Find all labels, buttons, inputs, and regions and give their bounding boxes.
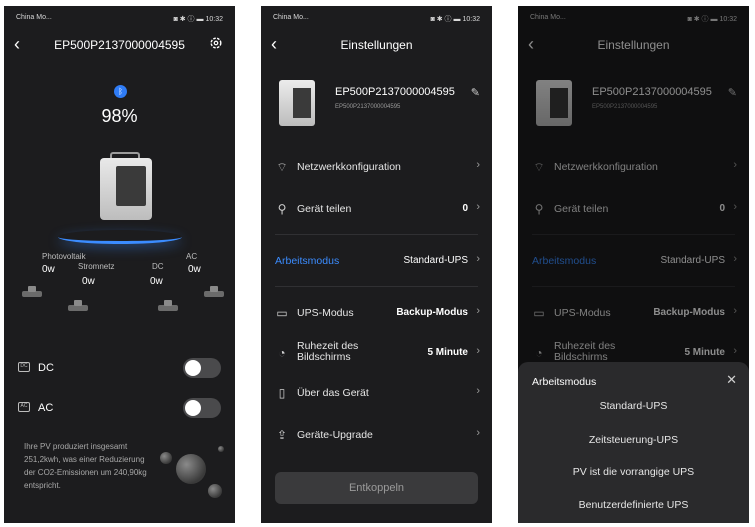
- dc-toggle-label: DC: [38, 362, 54, 374]
- system-status: ◙ ✱ ⓘ ▬ 10:32: [431, 14, 480, 24]
- status-bar: China Mo... ◙ ✱ ⓘ ▬ 10:32: [261, 6, 492, 28]
- row-label: Gerät teilen: [297, 203, 352, 215]
- mode-option-zeitsteuerung-ups[interactable]: Zeitsteuerung-UPS: [518, 434, 749, 446]
- arbeitsmodus-sheet: Arbeitsmodus ✕ Standard-UPS Zeitsteuerun…: [518, 362, 749, 523]
- ac-toggle-switch[interactable]: [183, 398, 221, 418]
- solar-panel-icon: [20, 286, 44, 298]
- co2-bubble-small-icon: [208, 484, 222, 498]
- disconnect-button[interactable]: Entkoppeln: [275, 472, 478, 504]
- status-bar: China Mo... ◙ ✱ ⓘ ▬ 10:32: [4, 6, 235, 28]
- row-label: UPS-Modus: [297, 307, 354, 319]
- page-title: Einstellungen: [340, 38, 413, 52]
- row-label: Über das Gerät: [297, 387, 369, 399]
- row-label: Netzwerkkonfiguration: [297, 161, 401, 173]
- settings-row-ruhezeit[interactable]: ◔ Ruhezeit des Bildschirms 5 Minute ›: [261, 334, 492, 374]
- sheet-title: Arbeitsmodus: [532, 376, 597, 388]
- flow-label-ac: AC: [186, 252, 198, 261]
- chevron-right-icon: ›: [476, 345, 480, 357]
- chevron-right-icon: ›: [476, 201, 480, 213]
- ac-port-icon-text: AC: [20, 403, 28, 409]
- flow-label-dc: DC: [152, 262, 164, 271]
- device-dashboard-screen: China Mo... ◙ ✱ ⓘ ▬ 10:32 ‹ EP500P213700…: [4, 6, 235, 523]
- row-value: Backup-Modus: [396, 307, 468, 318]
- dc-device-icon: [156, 300, 180, 312]
- mode-option-benutzerdefiniert[interactable]: Benutzerdefinierte UPS: [518, 499, 749, 511]
- ac-toggle-row: AC AC: [4, 396, 235, 420]
- flow-value-ac: 0w: [188, 264, 201, 275]
- settings-screen: China Mo... ◙ ✱ ⓘ ▬ 10:32 ‹ Einstellunge…: [261, 6, 492, 523]
- settings-with-mode-sheet: China Mo... ◙ ✱ ⓘ ▬ 10:32 ‹ Einstellunge…: [518, 6, 749, 523]
- ac-port-icon: AC: [18, 402, 30, 412]
- power-station-image: [96, 152, 156, 224]
- document-icon: ▯: [278, 386, 286, 400]
- row-label: Arbeitsmodus: [275, 255, 340, 267]
- row-label: Ruhezeit des Bildschirms: [297, 340, 359, 363]
- grid-plug-icon: [66, 300, 90, 312]
- chevron-right-icon: ›: [476, 305, 480, 317]
- clock: 10:32: [462, 16, 480, 23]
- device-glow-ring: [58, 230, 182, 244]
- clock: 10:32: [205, 16, 223, 23]
- settings-row-arbeitsmodus[interactable]: Arbeitsmodus Standard-UPS ›: [261, 242, 492, 282]
- device-thumbnail: [279, 76, 315, 126]
- ac-device-icon: [202, 286, 226, 298]
- row-value: 5 Minute: [427, 347, 468, 358]
- close-icon[interactable]: ✕: [726, 372, 737, 388]
- share-user-icon: ⚲: [277, 202, 287, 216]
- gear-icon[interactable]: [209, 36, 223, 50]
- flow-label-photovoltaik: Photovoltaik: [42, 252, 86, 261]
- flow-label-stromnetz: Stromnetz: [78, 262, 115, 271]
- divider: [275, 286, 478, 287]
- dc-port-icon: DC: [18, 362, 30, 372]
- settings-row-ups-modus[interactable]: ▭ UPS-Modus Backup-Modus ›: [261, 294, 492, 334]
- row-value: Standard-UPS: [403, 255, 468, 266]
- device-header: EP500P2137000004595 EP500P2137000004595 …: [261, 70, 492, 134]
- divider: [275, 234, 478, 235]
- carrier-label: China Mo...: [273, 14, 309, 21]
- ac-toggle-label: AC: [38, 402, 54, 414]
- upgrade-icon: ⇪: [276, 428, 288, 442]
- dc-toggle-row: DC DC: [4, 356, 235, 380]
- co2-bubble-icon: [176, 454, 206, 484]
- co2-bubble-small-icon: [160, 452, 172, 464]
- dc-toggle-switch[interactable]: [183, 358, 221, 378]
- dc-port-icon-text: DC: [20, 363, 28, 369]
- nav-bar: ‹ EP500P2137000004595: [4, 32, 235, 58]
- chevron-right-icon: ›: [476, 159, 480, 171]
- flow-value-photovoltaik: 0w: [42, 264, 55, 275]
- device-name: EP500P2137000004595: [335, 86, 455, 98]
- settings-row-geraet-teilen[interactable]: ⚲ Gerät teilen 0 ›: [261, 190, 492, 230]
- nav-bar: ‹ Einstellungen: [261, 32, 492, 58]
- settings-row-netzwerk[interactable]: ⌔ Netzwerkkonfiguration ›: [261, 148, 492, 188]
- row-label: Geräte-Upgrade: [297, 429, 373, 441]
- mode-option-standard-ups[interactable]: Standard-UPS: [518, 400, 749, 412]
- chevron-right-icon: ›: [476, 253, 480, 265]
- edit-pencil-icon[interactable]: ✎: [471, 86, 480, 99]
- timer-icon: ◔: [278, 346, 286, 360]
- battery-level: 98%: [101, 106, 138, 126]
- flow-value-dc: 0w: [150, 276, 163, 287]
- bluetooth-icon: ᛒ: [114, 85, 127, 98]
- mode-option-pv-vorrangig[interactable]: PV ist die vorrangige UPS: [518, 466, 749, 478]
- chevron-right-icon: ›: [476, 385, 480, 397]
- settings-row-upgrade[interactable]: ⇪ Geräte-Upgrade ›: [261, 416, 492, 456]
- carrier-label: China Mo...: [16, 14, 52, 21]
- system-status: ◙ ✱ ⓘ ▬ 10:32: [174, 14, 223, 24]
- page-title: EP500P2137000004595: [54, 38, 185, 52]
- pv-summary-text: Ihre PV produziert insgesamt 251,2kwh, w…: [24, 442, 147, 490]
- wifi-icon: ⌔: [276, 160, 288, 174]
- ups-icon: ▭: [276, 306, 288, 320]
- system-icons: ◙ ✱ ⓘ ▬: [430, 16, 461, 23]
- settings-row-ueber[interactable]: ▯ Über das Gerät ›: [261, 374, 492, 414]
- co2-bubble-tiny-icon: [218, 446, 224, 452]
- system-icons: ◙ ✱ ⓘ ▬: [173, 16, 204, 23]
- flow-value-stromnetz: 0w: [82, 276, 95, 287]
- row-value: 0: [462, 203, 468, 214]
- device-serial: EP500P2137000004595: [335, 104, 401, 110]
- chevron-right-icon: ›: [476, 427, 480, 439]
